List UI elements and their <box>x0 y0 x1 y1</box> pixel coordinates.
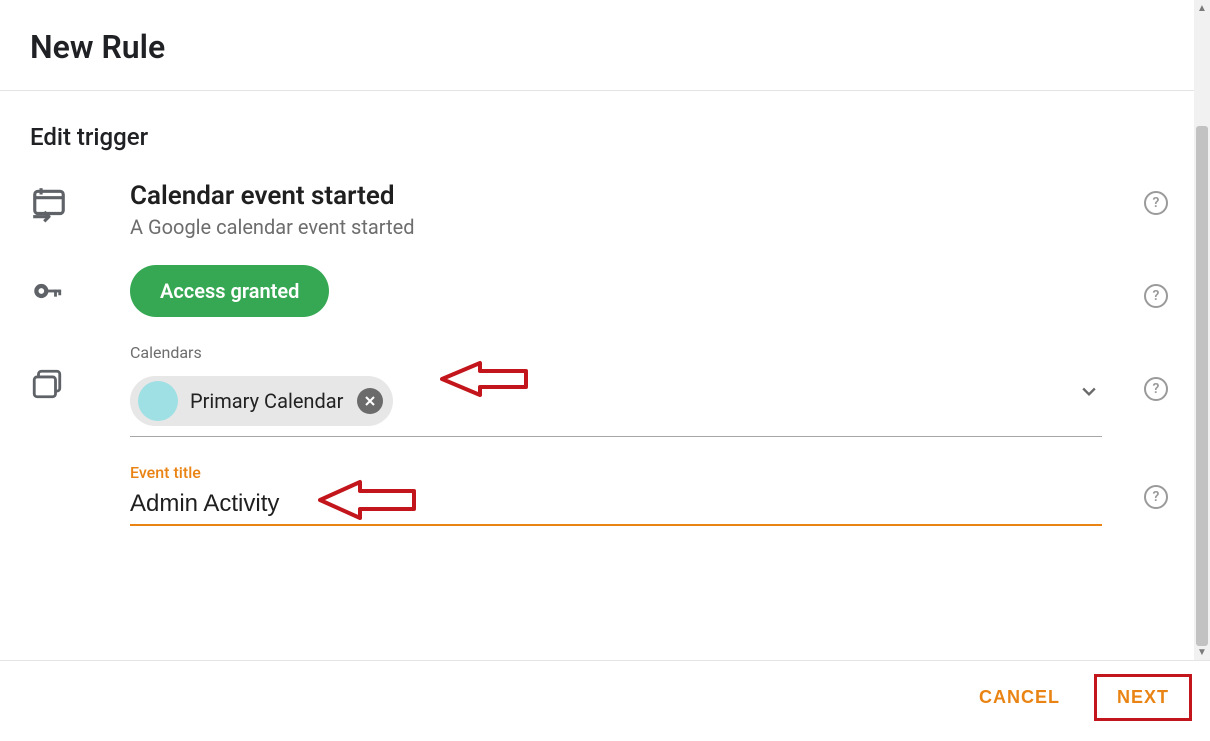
calendars-select[interactable]: Primary Calendar <box>130 370 1102 437</box>
calendar-chip-label: Primary Calendar <box>190 389 343 413</box>
access-status-label: Access granted <box>160 279 299 303</box>
cancel-button[interactable]: CANCEL <box>963 677 1076 718</box>
event-title-label: Event title <box>130 463 1102 482</box>
access-status-pill[interactable]: Access granted <box>130 265 329 317</box>
help-icon[interactable]: ? <box>1144 377 1168 401</box>
help-icon[interactable]: ? <box>1144 284 1168 308</box>
event-title-input[interactable] <box>130 486 1102 526</box>
trigger-title: Calendar event started <box>130 181 1102 211</box>
scroll-down-arrow[interactable]: ▼ <box>1194 644 1210 660</box>
help-icon[interactable]: ? <box>1144 191 1168 215</box>
divider <box>0 660 1210 661</box>
chevron-down-icon[interactable] <box>1082 382 1096 401</box>
page-title: New Rule <box>30 28 1180 66</box>
trigger-subtitle: A Google calendar event started <box>130 215 1102 239</box>
calendar-swatch <box>138 381 178 421</box>
key-icon <box>30 270 130 312</box>
calendar-event-icon <box>30 181 130 227</box>
remove-chip-icon[interactable] <box>357 388 383 414</box>
section-title: Edit trigger <box>30 123 1180 151</box>
scroll-up-arrow[interactable]: ▲ <box>1194 0 1210 16</box>
calendars-icon <box>30 343 130 405</box>
help-icon[interactable]: ? <box>1144 485 1168 509</box>
next-button[interactable]: NEXT <box>1094 674 1192 721</box>
calendar-chip[interactable]: Primary Calendar <box>130 376 393 426</box>
calendars-label: Calendars <box>130 343 1102 362</box>
